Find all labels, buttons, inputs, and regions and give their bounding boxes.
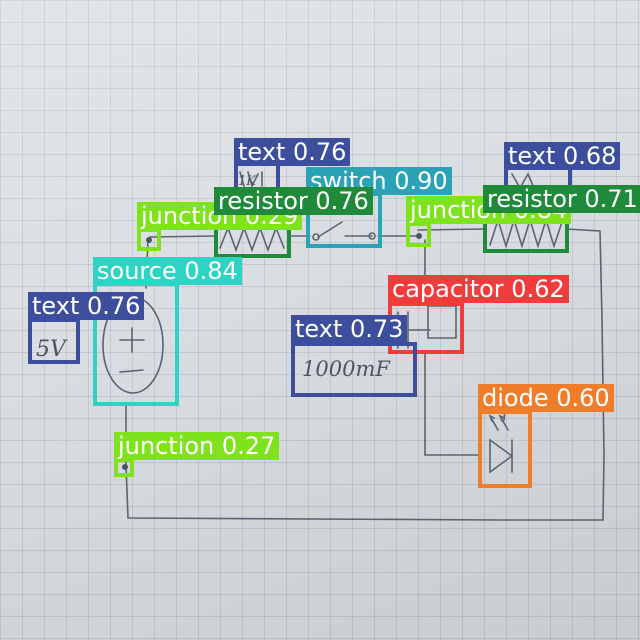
detection-label-junction: junction 0.27 (114, 432, 280, 460)
detection-label-diode: diode 0.60 (478, 384, 614, 412)
junction-detection-box (406, 222, 431, 247)
detection-label-capacitor: capacitor 0.62 (388, 275, 569, 303)
detection-label-text: text 0.68 (504, 142, 621, 170)
text-detection-box (291, 342, 417, 397)
detection-label-text: text 0.76 (234, 138, 351, 166)
wire-segment (125, 464, 501, 521)
diode-detection-box (478, 410, 532, 488)
detection-label-source: source 0.84 (93, 257, 242, 285)
detection-label-text: text 0.76 (28, 292, 145, 320)
junction-detection-box (114, 458, 134, 477)
detection-label-resistor: resistor 0.76 (214, 187, 373, 215)
detection-label-text: text 0.73 (291, 315, 408, 343)
junction-detection-box (137, 228, 161, 251)
detection-label-resistor: resistor 0.71 (483, 185, 640, 213)
wire-segment (424, 351, 481, 456)
text-detection-box (28, 318, 80, 364)
